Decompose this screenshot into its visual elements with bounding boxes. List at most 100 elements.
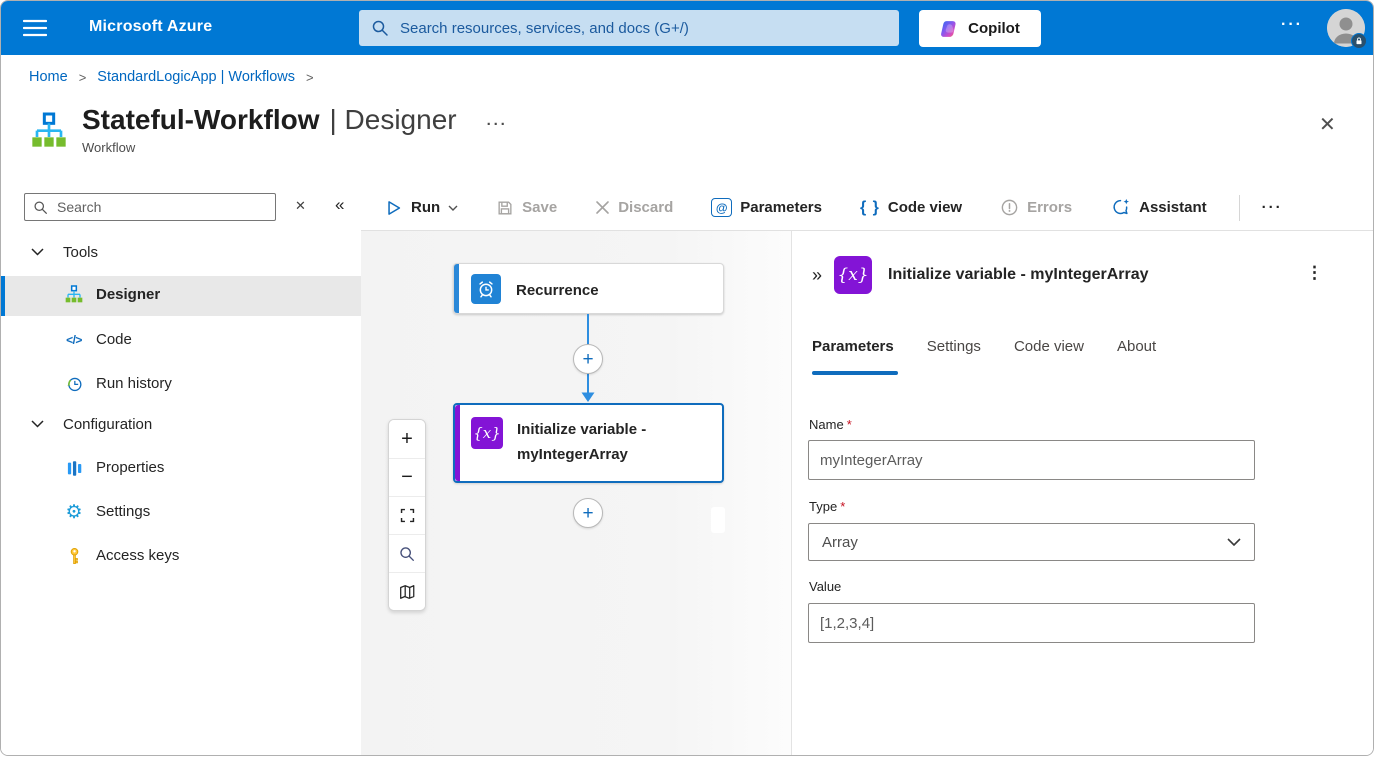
properties-icon (64, 458, 84, 478)
assistant-label: Assistant (1139, 199, 1207, 216)
panel-tabs: Parameters Settings Code view About (812, 338, 1156, 355)
selected-indicator (1, 276, 5, 316)
error-icon (1000, 198, 1019, 217)
zoom-in-button[interactable]: + (389, 420, 425, 458)
page-close-button[interactable]: ✕ (1313, 111, 1342, 138)
azure-top-bar: Microsoft Azure Copilot ··· (1, 1, 1373, 55)
assistant-icon (1110, 197, 1131, 218)
sidebar-item-label: Run history (96, 375, 172, 392)
required-marker: * (847, 417, 852, 432)
sidebar-search-input[interactable] (55, 198, 267, 216)
avatar[interactable] (1327, 9, 1365, 47)
sidebar-group-label: Tools (63, 244, 98, 261)
toolbar-divider (1239, 195, 1240, 221)
sidebar-item-access-keys[interactable]: Access keys (1, 537, 361, 575)
copilot-icon (940, 19, 960, 39)
tab-parameters[interactable]: Parameters (812, 338, 894, 355)
code-view-button[interactable]: { } Code view (854, 198, 968, 218)
assistant-button[interactable]: Assistant (1104, 196, 1213, 219)
sidebar-item-label: Code (96, 331, 132, 348)
play-icon (385, 199, 403, 217)
parameters-label: Parameters (740, 199, 822, 216)
title-more-menu[interactable]: ··· (487, 116, 508, 133)
type-dropdown[interactable]: Array (808, 523, 1255, 561)
errors-button[interactable]: Errors (994, 197, 1078, 218)
portal-more-menu[interactable]: ··· (1281, 16, 1303, 34)
toolbar-more-button[interactable]: ··· (1256, 198, 1289, 217)
discard-button[interactable]: Discard (589, 198, 679, 217)
sidebar-collapse-icon[interactable]: « (329, 194, 350, 216)
type-field-label: Type* (809, 499, 845, 514)
name-field[interactable] (808, 440, 1255, 480)
node-color-stripe (454, 264, 459, 313)
sidebar-item-designer[interactable]: Designer (1, 276, 361, 316)
sidebar-item-settings[interactable]: ⚙ Settings (1, 493, 361, 531)
workflow-icon (64, 285, 84, 305)
breadcrumb-logicapp-workflows[interactable]: StandardLogicApp | Workflows (97, 69, 295, 85)
map-icon (398, 583, 416, 601)
insert-step-button[interactable]: + (573, 344, 603, 374)
sidebar-group-label: Configuration (63, 416, 152, 433)
parameters-button[interactable]: @ Parameters (705, 197, 828, 218)
code-view-label: Code view (888, 199, 962, 216)
global-search-input[interactable] (398, 19, 887, 38)
page-title-suffix: | Designer (329, 104, 456, 136)
node-color-stripe (455, 405, 460, 481)
zoom-out-button[interactable]: − (389, 458, 425, 496)
chevron-down-icon (31, 420, 44, 428)
breadcrumb-home[interactable]: Home (29, 69, 68, 85)
save-icon (496, 199, 514, 217)
breadcrumb: Home > StandardLogicApp | Workflows > (29, 69, 314, 85)
sidebar-item-label: Access keys (96, 547, 179, 564)
minimap-button[interactable] (389, 572, 425, 610)
search-icon (33, 200, 48, 215)
node-recurrence[interactable]: Recurrence (453, 263, 724, 314)
page-header: Stateful-Workflow | Designer ··· Workflo… (29, 104, 508, 155)
sidebar-search-clear-icon[interactable]: ✕ (289, 197, 312, 215)
node-initialize-variable[interactable]: {x} Initialize variable - myIntegerArray (453, 403, 724, 483)
at-icon: @ (711, 198, 732, 217)
type-dropdown-value: Array (822, 534, 858, 551)
errors-label: Errors (1027, 199, 1072, 216)
panel-collapse-icon[interactable]: » (806, 264, 828, 287)
node-title: Recurrence (516, 278, 599, 303)
lock-badge (1351, 33, 1367, 49)
hamburger-menu-button[interactable] (21, 17, 49, 39)
sidebar-group-tools[interactable]: Tools (1, 239, 361, 265)
run-label: Run (411, 199, 440, 216)
lock-icon (1354, 36, 1364, 46)
tab-about[interactable]: About (1117, 338, 1156, 355)
sidebar-item-label: Properties (96, 459, 164, 476)
sidebar-item-label: Designer (96, 286, 160, 303)
value-field[interactable] (808, 603, 1255, 643)
sidebar-item-code[interactable]: </> Code (1, 321, 361, 359)
add-action-button[interactable]: + (573, 498, 603, 528)
discard-label: Discard (618, 199, 673, 216)
sidebar-item-run-history[interactable]: Run history (1, 365, 361, 403)
copilot-button[interactable]: Copilot (919, 10, 1041, 47)
chevron-down-icon (448, 205, 458, 211)
canvas-scrollbar[interactable] (711, 507, 725, 533)
designer-command-bar: Run Save Discard @ Parameters { } Code v… (361, 185, 1374, 231)
tab-settings[interactable]: Settings (927, 338, 981, 355)
panel-more-options-icon[interactable]: ⋮ (1300, 262, 1329, 284)
hamburger-icon (23, 19, 47, 37)
name-field-label: Name* (809, 417, 852, 432)
page-title-block: Stateful-Workflow | Designer ··· Workflo… (82, 104, 508, 155)
search-icon (371, 19, 389, 37)
sidebar-group-configuration[interactable]: Configuration (1, 411, 361, 437)
variable-icon: {x} (834, 256, 872, 294)
run-button[interactable]: Run (379, 198, 464, 218)
brand-title[interactable]: Microsoft Azure (89, 18, 212, 36)
value-field-label: Value (809, 579, 841, 594)
sidebar-item-properties[interactable]: Properties (1, 449, 361, 487)
active-tab-indicator (812, 371, 898, 375)
breadcrumb-separator: > (79, 70, 87, 85)
workflow-canvas[interactable]: Recurrence + {x} Initialize variable - m… (361, 231, 791, 756)
tab-code-view[interactable]: Code view (1014, 338, 1084, 355)
canvas-search-button[interactable] (389, 534, 425, 572)
fit-view-button[interactable] (389, 496, 425, 534)
save-button[interactable]: Save (490, 198, 563, 218)
azure-portal-window: Microsoft Azure Copilot ··· (0, 0, 1374, 756)
copilot-label: Copilot (968, 20, 1020, 37)
